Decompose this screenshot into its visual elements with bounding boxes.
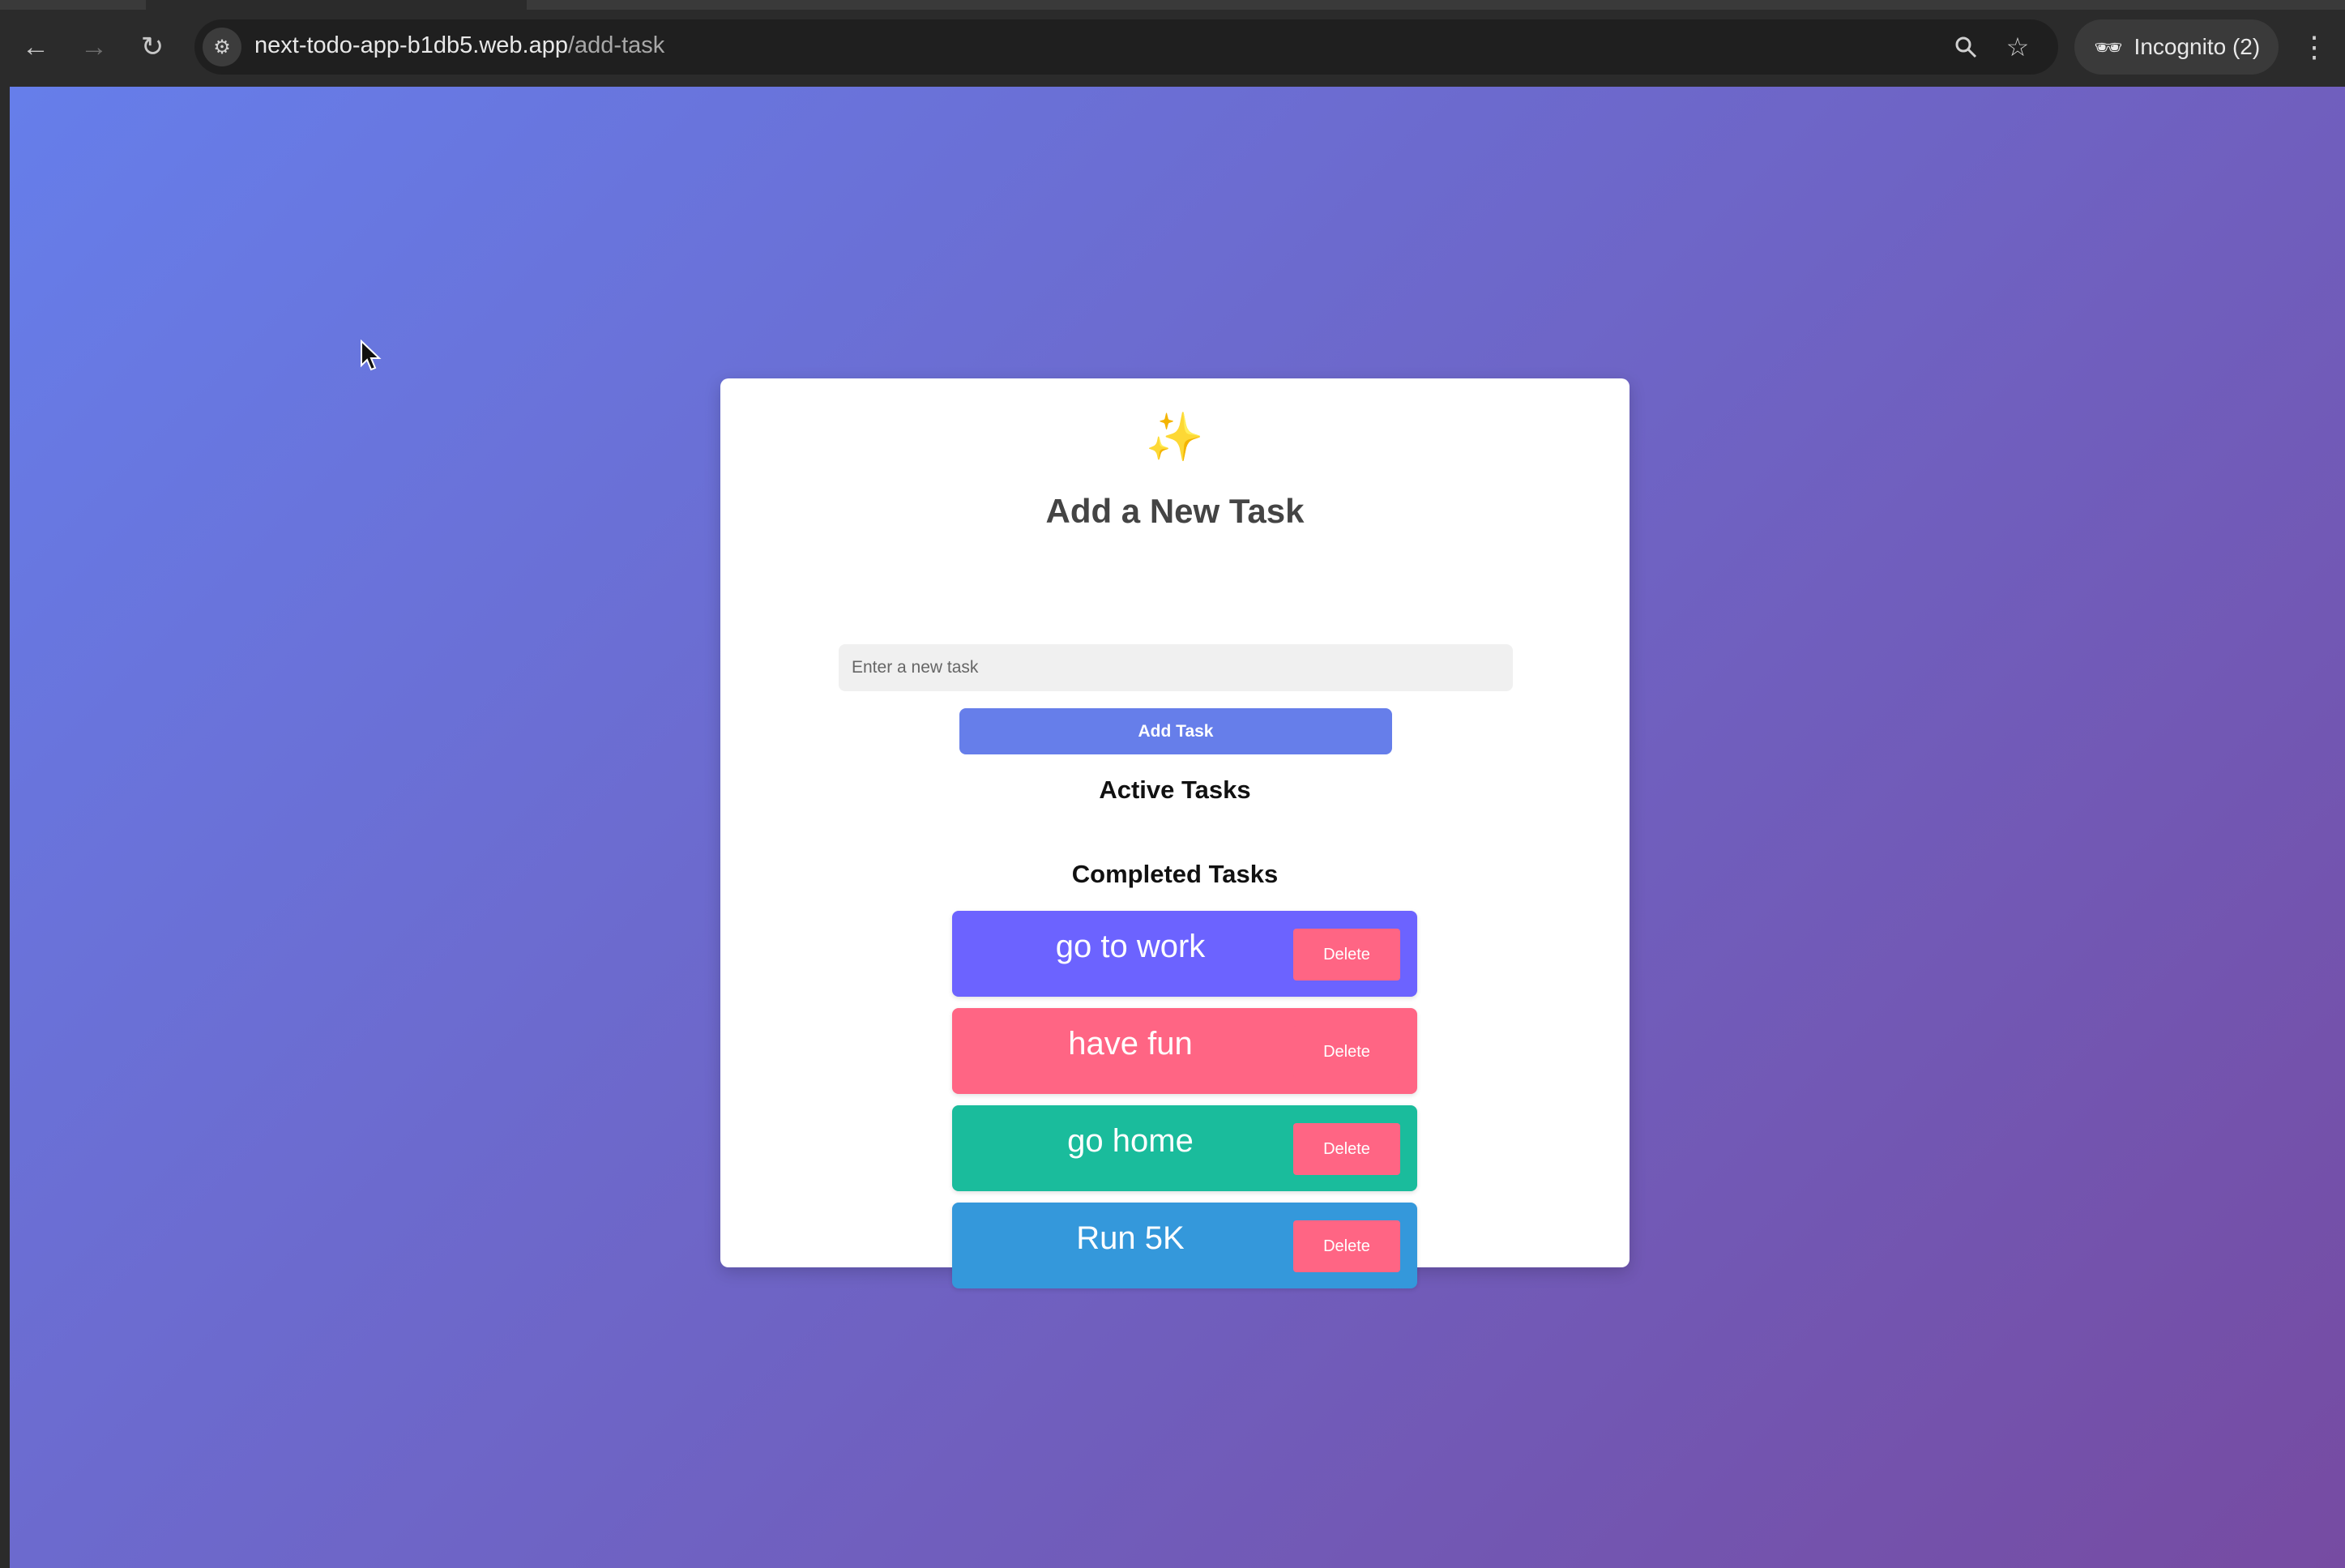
zoom-button[interactable]: [1946, 28, 1985, 66]
task-item: have fun Delete: [952, 1008, 1417, 1094]
window-edge: [0, 87, 10, 1568]
browser-menu-button[interactable]: ⋮: [2298, 24, 2330, 70]
active-tasks-heading: Active Tasks: [1099, 775, 1251, 804]
browser-toolbar: ← → ↻ ⚙ next-todo-app-b1db5.web.app/add-…: [0, 0, 2345, 87]
reload-button[interactable]: ↻: [130, 24, 175, 70]
task-text: Run 5K: [1076, 1220, 1185, 1256]
url-path: /add-task: [567, 32, 665, 58]
profile-button[interactable]: 🕶 Incognito (2): [2074, 19, 2279, 75]
completed-tasks-heading: Completed Tasks: [1071, 860, 1279, 888]
delete-button[interactable]: Delete: [1293, 1123, 1400, 1175]
mouse-cursor-icon: [361, 340, 382, 371]
tab-strip-edge: [0, 0, 146, 10]
task-item: go to work Delete: [952, 911, 1417, 997]
vertical-dots-icon: ⋮: [2300, 30, 2329, 63]
tune-icon: ⚙: [213, 36, 231, 58]
task-text: go home: [1067, 1123, 1194, 1159]
back-button[interactable]: ←: [13, 24, 58, 70]
add-task-button[interactable]: Add Task: [959, 708, 1392, 754]
new-task-input[interactable]: [839, 644, 1513, 691]
completed-task-list: go to work Delete have fun Delete go hom…: [952, 911, 1417, 1300]
url-text[interactable]: next-todo-app-b1db5.web.app/add-task: [254, 32, 664, 59]
forward-button[interactable]: →: [71, 24, 117, 70]
search-icon: [1955, 36, 1977, 58]
tab-strip-edge: [527, 0, 2345, 10]
delete-button[interactable]: Delete: [1293, 1220, 1400, 1272]
task-text: have fun: [1068, 1026, 1193, 1062]
task-text: go to work: [1055, 929, 1206, 964]
site-info-button[interactable]: ⚙: [203, 28, 241, 66]
bookmark-button[interactable]: ☆: [1998, 28, 2037, 66]
task-item: Run 5K Delete: [952, 1203, 1417, 1288]
incognito-icon: 🕶: [2094, 34, 2123, 60]
page-title: Add a New Task: [1045, 492, 1305, 530]
url-host: next-todo-app-b1db5.web.app: [254, 32, 568, 58]
profile-label: Incognito (2): [2134, 34, 2261, 59]
delete-button[interactable]: Delete: [1293, 929, 1400, 981]
sparkles-icon: ✨: [1145, 411, 1205, 464]
reload-icon: ↻: [140, 32, 164, 62]
arrow-right-icon: →: [80, 31, 108, 62]
task-item: go home Delete: [952, 1105, 1417, 1191]
page-viewport: ✨ Add a New Task Add Task Active Tasks C…: [10, 87, 2345, 1568]
address-bar[interactable]: ⚙ next-todo-app-b1db5.web.app/add-task ☆: [194, 19, 2058, 75]
star-icon: ☆: [2005, 32, 2030, 62]
delete-button[interactable]: Delete: [1293, 1026, 1400, 1078]
arrow-left-icon: ←: [22, 31, 49, 62]
add-task-card: ✨ Add a New Task Add Task Active Tasks C…: [720, 378, 1630, 1288]
